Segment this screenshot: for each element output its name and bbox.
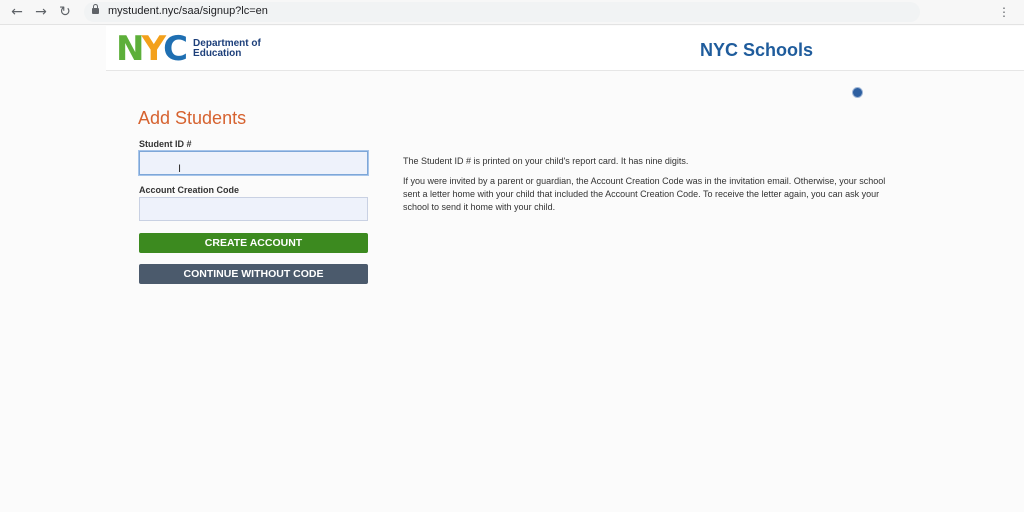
continue-without-code-button[interactable]: CONTINUE WITHOUT CODE [139,264,368,284]
lock-icon [92,4,99,14]
site-header: NYC Department of Education NYC Schools [106,26,1024,71]
create-account-button[interactable]: CREATE ACCOUNT [139,233,368,253]
account-code-label: Account Creation Code [139,185,240,195]
site-title: NYC Schools [700,40,814,60]
text-cursor-icon: I [178,163,182,175]
globe-icon [852,87,863,98]
nyc-logo-mark: NYC [116,29,188,69]
url-text[interactable]: mystudent.nyc/saa/signup?lc=en [108,5,268,17]
student-id-input[interactable] [139,151,368,175]
nyc-doe-logo[interactable]: NYC Department of Education [116,32,283,66]
arrow-right-icon[interactable]: → [32,3,50,21]
account-code-input[interactable] [139,197,368,221]
address-bar[interactable]: mystudent.nyc/saa/signup?lc=en [84,2,920,22]
student-id-help-text: The Student ID # is printed on your chil… [403,156,689,166]
department-name: Department of Education [193,38,261,59]
student-id-label: Student ID # [139,139,192,149]
more-menu-icon[interactable]: ⋮ [998,3,1010,21]
arrow-left-icon[interactable]: ← [8,3,26,21]
account-code-help-text: If you were invited by a parent or guard… [403,176,886,212]
page-title: Add Students [138,108,247,128]
reload-icon[interactable]: ↻ [56,3,74,21]
browser-toolbar: ← → ↻ mystudent.nyc/saa/signup?lc=en ⋮ [0,0,1024,25]
